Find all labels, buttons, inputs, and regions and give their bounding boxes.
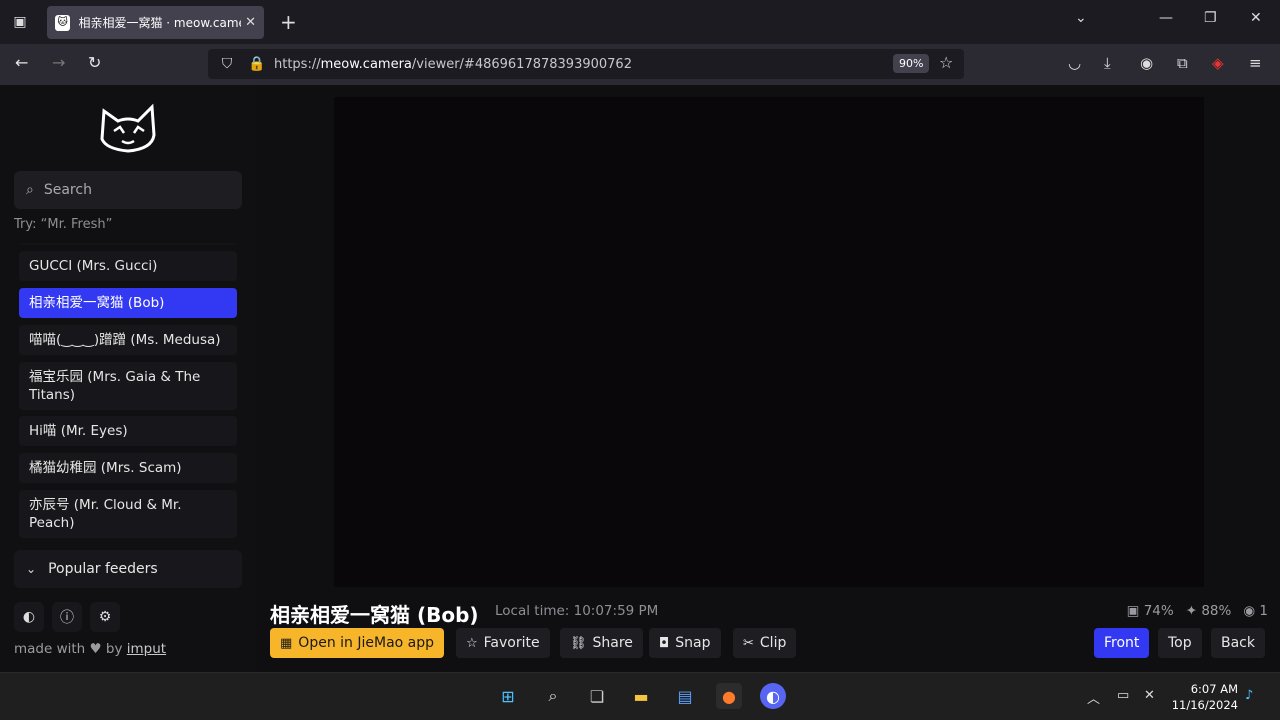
discord-taskbar-icon[interactable]: ◐ [760,683,786,709]
ublock-icon[interactable]: ◈ [1212,54,1224,72]
sidebar: ⌕ Try: “Mr. Fresh” GUCCI (Mrs. Gucci) 相亲… [0,85,256,672]
discord-icon[interactable]: ◐ [14,602,44,632]
camera-stats: ▣ 74% ✦ 88% ◉ 1 [1127,603,1268,619]
tray-chevron-up-icon[interactable]: ︿ [1087,688,1100,707]
firefox-icon[interactable]: ● [716,683,742,709]
restore-icon[interactable]: ❐ [1204,10,1217,26]
windows-taskbar: ⊞ ⌕ ❏ ▬ ▤ ● ◐ ︿ ▭ ✕ 6:07 AM 11/16/2024 ♪ [0,672,1280,720]
store-icon[interactable]: ▤ [672,683,698,709]
chevron-down-icon[interactable]: ⌄ [1075,10,1087,26]
list-item[interactable]: GUCCI (Mrs. Gucci) [19,251,237,281]
top-view-button[interactable]: Top [1158,628,1202,658]
info-icon[interactable]: ⓘ [52,602,82,632]
download-icon[interactable]: ⤓ [1104,54,1111,72]
list-item[interactable]: 福宝乐园 (Mrs. Gaia & The Titans) [19,362,237,410]
list-item[interactable]: 橘猫幼稚园 (Mrs. Scam) [19,453,237,483]
camera-title: 相亲相爱一窝猫 (Bob) [270,603,479,627]
star-icon: ☆ [466,635,478,651]
network-icon[interactable]: ▭ [1117,688,1129,703]
pocket-icon[interactable]: ◡ [1068,54,1081,72]
scissors-icon: ✂ [743,635,754,651]
battery-level: ✦ 88% [1185,603,1232,619]
volume-muted-icon[interactable]: ✕ [1144,688,1155,703]
food-level: ▣ 74% [1126,603,1174,619]
local-time: Local time: 10:07:59 PM [495,603,659,619]
search-input[interactable] [43,182,224,198]
front-view-button[interactable]: Front [1094,628,1150,658]
cat-logo-icon[interactable] [96,99,160,155]
snap-button[interactable]: ◘ Snap [649,628,721,658]
browser-tabbar: ▣ 🐱 相亲相爱一窝猫 · meow.camera ✕ + ⌄ — ❐ ✕ [0,0,1280,44]
viewer-count: ◉ 1 [1243,603,1268,619]
close-tab-icon[interactable]: ✕ [245,15,256,30]
lock-icon[interactable]: 🔒 [246,56,268,72]
search-icon[interactable]: ⌕ [540,683,566,709]
eye-icon: ◉ [1243,603,1256,619]
list-item[interactable]: Hi喵 (Mr. Eyes) [19,416,237,446]
clip-button[interactable]: ✂ Clip [733,628,797,658]
windows-start-icon[interactable]: ⊞ [495,683,521,709]
food-bowl-icon: ▣ [1126,603,1140,619]
task-view-icon[interactable]: ❏ [584,683,610,709]
url-text[interactable]: https://meow.camera/viewer/#486961787839… [274,57,632,72]
zoom-badge[interactable]: 90% [893,54,930,73]
satellite-icon: ✦ [1185,603,1198,619]
list-item[interactable]: 喵喵(‿‿‿)蹭蹭 (Ms. Medusa) [19,325,237,355]
menu-icon[interactable]: ≡ [1249,54,1262,72]
share-button[interactable]: ⛓ Share [560,628,643,658]
search-hint: Try: “Mr. Fresh” [14,217,113,232]
url-bar[interactable]: ⛉ 🔒 https://meow.camera/viewer/#48696178… [208,49,964,79]
cat-favicon-icon: 🐱 [55,14,71,31]
camera-list[interactable]: GUCCI (Mrs. Gucci) 相亲相爱一窝猫 (Bob) 喵喵(‿‿‿)… [14,243,242,541]
new-tab-icon[interactable]: + [280,10,297,34]
popular-feeders-label: Popular feeders [48,561,158,577]
list-item-active[interactable]: 相亲相爱一窝猫 (Bob) [19,288,237,318]
favorite-button[interactable]: ☆ Favorite [456,628,550,658]
account-icon[interactable]: ◉ [1140,54,1153,72]
extensions-icon[interactable]: ⧉ [1177,54,1188,72]
back-view-button[interactable]: Back [1211,628,1265,658]
back-icon[interactable]: ← [15,53,28,72]
imput-link[interactable]: imput [127,641,166,657]
tab-list-icon[interactable]: ▣ [8,10,32,34]
search-box[interactable]: ⌕ [14,171,242,209]
browser-tab[interactable]: 🐱 相亲相爱一窝猫 · meow.camera ✕ [47,6,264,39]
list-item[interactable]: 亦辰号 (Mr. Cloud & Mr. Peach) [19,490,237,538]
shield-icon[interactable]: ⛉ [216,56,238,72]
close-window-icon[interactable]: ✕ [1250,10,1262,26]
page: ⌕ Try: “Mr. Fresh” GUCCI (Mrs. Gucci) 相亲… [0,85,1280,672]
search-icon: ⌕ [26,182,34,198]
camera-video[interactable] [334,97,1204,587]
reload-icon[interactable]: ↻ [88,53,101,72]
minimize-icon[interactable]: — [1159,10,1173,26]
camera-icon: ◘ [659,635,670,651]
link-icon: ⛓ [570,635,587,651]
file-explorer-icon[interactable]: ▬ [628,683,654,709]
notification-bell-icon[interactable]: ♪ [1245,688,1253,703]
bookmark-star-icon[interactable]: ☆ [939,53,953,72]
tab-title: 相亲相爱一窝猫 · meow.camera [78,16,242,30]
qr-icon: ▦ [280,635,293,651]
made-with-credit: made with ♥ by imput [14,641,167,657]
popular-feeders-toggle[interactable]: ⌄ Popular feeders [14,550,242,588]
system-clock[interactable]: 6:07 AM 11/16/2024 [1172,681,1238,713]
list-item-partial[interactable] [19,243,237,245]
forward-icon[interactable]: → [52,53,65,72]
chevron-down-icon: ⌄ [26,562,37,576]
settings-gear-icon[interactable]: ⚙ [90,602,120,632]
browser-navbar: ← → ↻ ⛉ 🔒 https://meow.camera/viewer/#48… [0,44,1280,85]
open-in-app-button[interactable]: ▦ Open in JieMao app [270,628,445,658]
